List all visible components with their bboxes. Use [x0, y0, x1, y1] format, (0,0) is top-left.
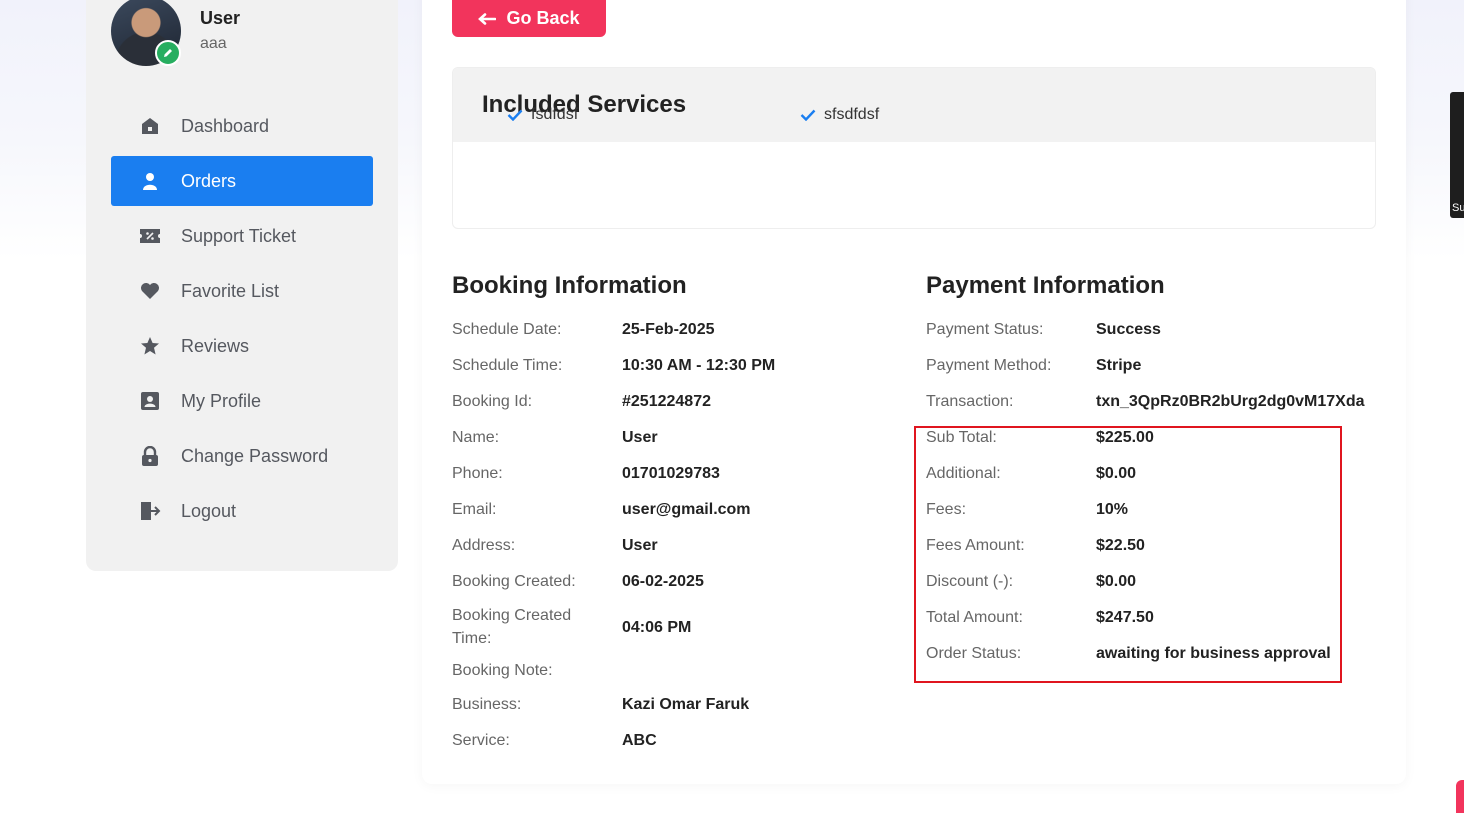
booking-label: Booking Created:: [452, 573, 576, 590]
booking-value: #251224872: [622, 393, 711, 410]
booking-label: Booking Created Time:: [452, 607, 572, 647]
booking-label: Name:: [452, 429, 500, 446]
sidebar-item-label: Favorite List: [181, 280, 280, 301]
home-icon: [139, 115, 161, 137]
side-tab-label: Su: [1452, 202, 1464, 214]
sidebar-item-dashboard[interactable]: Dashboard: [111, 101, 373, 151]
user-icon: [139, 170, 161, 192]
sidebar-item-label: My Profile: [181, 390, 262, 411]
logout-icon: [139, 500, 161, 522]
service-item-label: fsdfdsf: [531, 106, 579, 123]
sidebar-menu: Dashboard Orders Support Ticket Favorite…: [111, 101, 373, 541]
booking-value: User: [622, 537, 658, 554]
booking-label: Booking Note:: [452, 662, 553, 679]
ticket-icon: [139, 225, 161, 247]
id-card-icon: [139, 390, 161, 412]
lock-icon: [139, 445, 161, 467]
payment-value: txn_3QpRz0BR2bUrg2dg0vM17Xda: [1096, 393, 1365, 410]
sidebar-item-label: Change Password: [181, 445, 329, 466]
service-item: sfsdfdsf: [800, 106, 879, 124]
payment-label: Payment Method:: [926, 357, 1052, 374]
check-icon: [800, 109, 816, 121]
booking-label: Booking Id:: [452, 393, 533, 410]
sidebar-item-change-password[interactable]: Change Password: [111, 431, 373, 481]
booking-label: Phone:: [452, 465, 503, 482]
included-services-panel: Included Services: [452, 67, 1376, 229]
check-icon: [507, 109, 523, 121]
side-tab[interactable]: Su: [1450, 92, 1464, 218]
booking-value: 06-02-2025: [622, 573, 704, 590]
payment-label: Payment Status:: [926, 321, 1044, 338]
sidebar-item-label: Logout: [181, 500, 237, 521]
booking-value: 10:30 AM - 12:30 PM: [622, 357, 776, 374]
service-item-label: sfsdfdsf: [824, 106, 880, 123]
booking-value: 01701029783: [622, 465, 720, 482]
booking-value: 04:06 PM: [622, 619, 692, 636]
sidebar-item-orders[interactable]: Orders: [111, 156, 373, 206]
heart-icon: [139, 280, 161, 302]
sidebar-item-favorite-list[interactable]: Favorite List: [111, 266, 373, 316]
highlight-box: [914, 426, 1342, 683]
sidebar-item-my-profile[interactable]: My Profile: [111, 376, 373, 426]
booking-value: user@gmail.com: [622, 501, 751, 518]
profile-name: User: [200, 8, 241, 28]
booking-value: 25-Feb-2025: [622, 321, 715, 338]
sidebar-item-label: Orders: [181, 170, 237, 191]
sidebar-item-logout[interactable]: Logout: [111, 486, 373, 536]
go-back-label: Go Back: [506, 8, 580, 28]
booking-value: User: [622, 429, 658, 446]
booking-label: Schedule Date:: [452, 321, 562, 338]
sidebar-item-support-ticket[interactable]: Support Ticket: [111, 211, 373, 261]
arrow-left-icon: [478, 12, 497, 25]
booking-label: Business:: [452, 696, 522, 713]
star-icon: [139, 335, 161, 357]
booking-label: Email:: [452, 501, 497, 518]
booking-value: ABC: [622, 732, 657, 749]
sidebar-item-label: Dashboard: [181, 115, 270, 136]
floating-button[interactable]: [1456, 780, 1464, 813]
payment-value: Success: [1096, 321, 1161, 338]
go-back-button[interactable]: Go Back: [452, 0, 606, 37]
booking-label: Address:: [452, 537, 516, 554]
edit-avatar-icon[interactable]: [155, 40, 181, 66]
booking-label: Schedule Time:: [452, 357, 563, 374]
payment-label: Transaction:: [926, 393, 1014, 410]
booking-value: Kazi Omar Faruk: [622, 696, 750, 713]
booking-label: Service:: [452, 732, 510, 749]
sidebar-item-label: Support Ticket: [181, 225, 297, 246]
service-item: fsdfdsf: [507, 106, 578, 124]
included-services-title: Included Services: [453, 68, 1375, 142]
sidebar-item-label: Reviews: [181, 335, 250, 356]
payment-info-title: Payment Information: [926, 272, 1165, 299]
sidebar-item-reviews[interactable]: Reviews: [111, 321, 373, 371]
payment-value: Stripe: [1096, 357, 1142, 374]
profile-subtitle: aaa: [200, 35, 227, 52]
booking-info-title: Booking Information: [452, 272, 687, 299]
